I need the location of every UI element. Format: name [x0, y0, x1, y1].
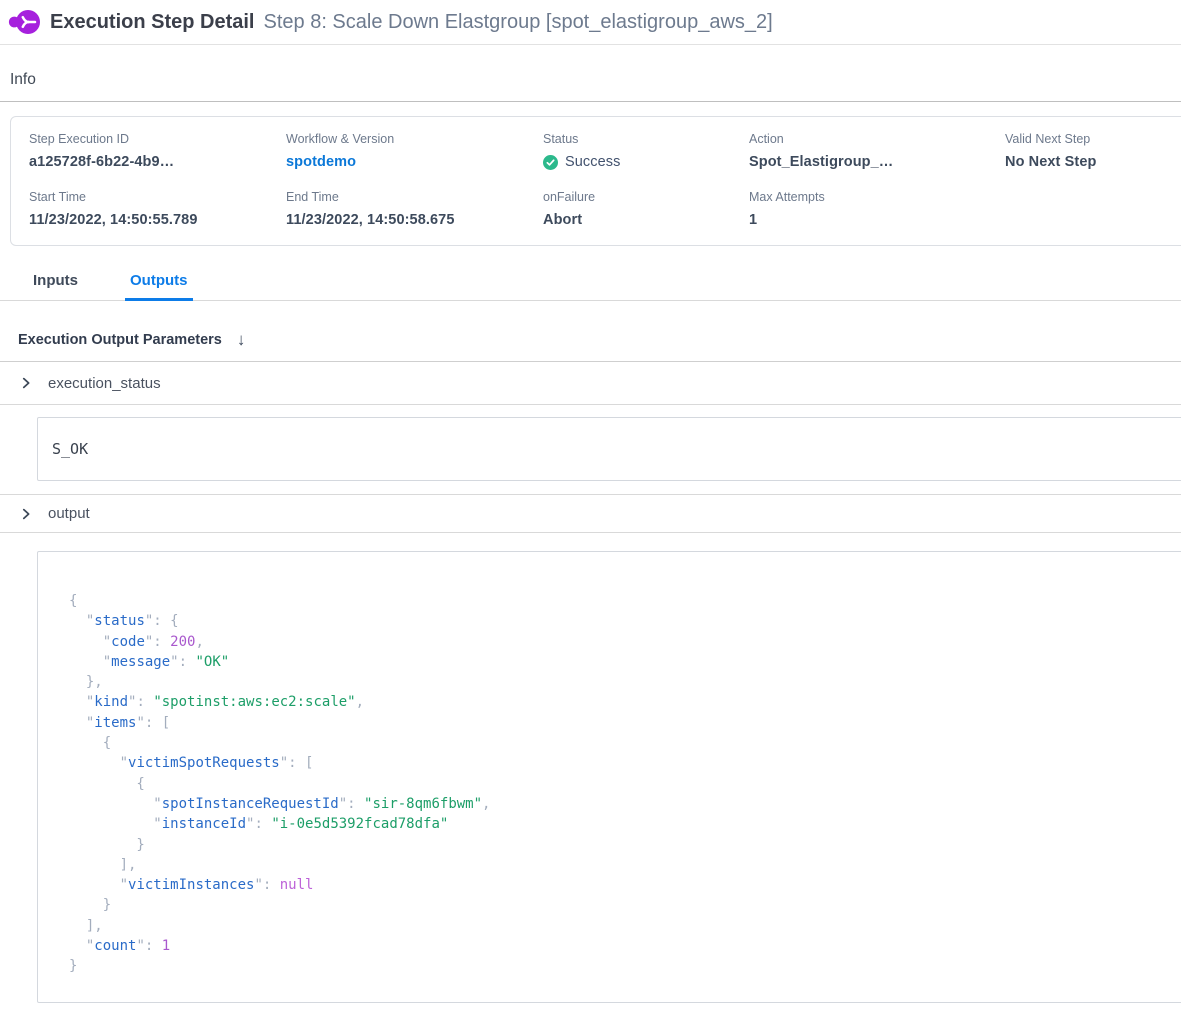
- field-value: a125728f-6b22-4b9…: [29, 154, 286, 170]
- field-start-time: Start Time 11/23/2022, 14:50:55.789: [29, 190, 286, 228]
- field-label: Valid Next Step: [1005, 132, 1181, 146]
- app-header: Execution Step Detail Step 8: Scale Down…: [0, 0, 1181, 45]
- field-status: Status Success: [543, 132, 749, 170]
- field-value: No Next Step: [1005, 154, 1181, 170]
- json-line: {: [69, 774, 1181, 794]
- json-line: "instanceId": "i-0e5d5392fcad78dfa": [69, 814, 1181, 834]
- field-on-failure: onFailure Abort: [543, 190, 749, 228]
- json-line: "spotInstanceRequestId": "sir-8qm6fbwm",: [69, 794, 1181, 814]
- status-text: Success: [565, 154, 621, 170]
- info-card: Step Execution ID a125728f-6b22-4b9… Wor…: [10, 116, 1181, 246]
- json-line: "count": 1: [69, 936, 1181, 956]
- field-value: Abort: [543, 212, 749, 228]
- success-check-icon: [543, 155, 558, 170]
- field-workflow-version: Workflow & Version spotdemo: [286, 132, 543, 170]
- field-value: Spot_Elastigroup_…: [749, 154, 1005, 170]
- execution-output-parameters-header: Execution Output Parameters ↓: [0, 301, 1181, 362]
- field-step-execution-id: Step Execution ID a125728f-6b22-4b9…: [29, 132, 286, 170]
- json-line: }: [69, 895, 1181, 915]
- json-line: {: [69, 733, 1181, 753]
- output-json-box: { "status": { "code": 200, "message": "O…: [37, 551, 1181, 1003]
- info-section-title: Info: [10, 71, 1181, 89]
- field-end-time: End Time 11/23/2022, 14:50:58.675: [286, 190, 543, 228]
- brand-logo-icon: [8, 6, 40, 38]
- page-title: Execution Step Detail: [50, 11, 255, 34]
- json-line: "status": {: [69, 611, 1181, 631]
- param-name: execution_status: [48, 375, 161, 392]
- field-label: onFailure: [543, 190, 749, 204]
- info-section-header: Info: [0, 45, 1181, 102]
- execution-output-parameters-title: Execution Output Parameters: [18, 332, 222, 348]
- tab-bar: Inputs Outputs: [0, 268, 1181, 301]
- param-name: output: [48, 505, 90, 522]
- json-line: },: [69, 672, 1181, 692]
- field-label: Action: [749, 132, 1005, 146]
- field-label: Step Execution ID: [29, 132, 286, 146]
- field-action: Action Spot_Elastigroup_…: [749, 132, 1005, 170]
- field-label: End Time: [286, 190, 543, 204]
- field-max-attempts: Max Attempts 1: [749, 190, 1005, 228]
- field-label: Status: [543, 132, 749, 146]
- json-code: { "status": { "code": 200, "message": "O…: [38, 552, 1181, 977]
- json-line: "victimInstances": null: [69, 875, 1181, 895]
- chevron-right-icon: [19, 376, 33, 390]
- json-line: "message": "OK": [69, 652, 1181, 672]
- json-line: }: [69, 956, 1181, 976]
- json-line: ],: [69, 916, 1181, 936]
- json-line: {: [69, 591, 1181, 611]
- chevron-right-icon: [19, 507, 33, 521]
- tab-inputs[interactable]: Inputs: [28, 268, 83, 301]
- field-valid-next-step: Valid Next Step No Next Step: [1005, 132, 1181, 170]
- download-arrow-icon[interactable]: ↓: [237, 330, 246, 350]
- json-line: "kind": "spotinst:aws:ec2:scale",: [69, 692, 1181, 712]
- tab-outputs[interactable]: Outputs: [125, 268, 193, 301]
- execution-status-value-box: S_OK: [37, 417, 1181, 481]
- field-label: Start Time: [29, 190, 286, 204]
- workflow-link[interactable]: spotdemo: [286, 154, 543, 170]
- field-value: 11/23/2022, 14:50:58.675: [286, 212, 543, 228]
- param-row-execution-status[interactable]: execution_status: [0, 362, 1181, 405]
- json-line: "code": 200,: [69, 632, 1181, 652]
- status-badge: Success: [543, 154, 749, 170]
- json-line: }: [69, 835, 1181, 855]
- json-line: ],: [69, 855, 1181, 875]
- field-label: Workflow & Version: [286, 132, 543, 146]
- field-empty: [1005, 190, 1181, 228]
- field-value: 11/23/2022, 14:50:55.789: [29, 212, 286, 228]
- field-value: 1: [749, 212, 1005, 228]
- field-label: Max Attempts: [749, 190, 1005, 204]
- json-line: "items": [: [69, 713, 1181, 733]
- json-line: "victimSpotRequests": [: [69, 753, 1181, 773]
- param-row-output[interactable]: output: [0, 495, 1181, 533]
- execution-status-value: S_OK: [52, 440, 88, 458]
- page-subtitle: Step 8: Scale Down Elastgroup [spot_elas…: [264, 11, 773, 34]
